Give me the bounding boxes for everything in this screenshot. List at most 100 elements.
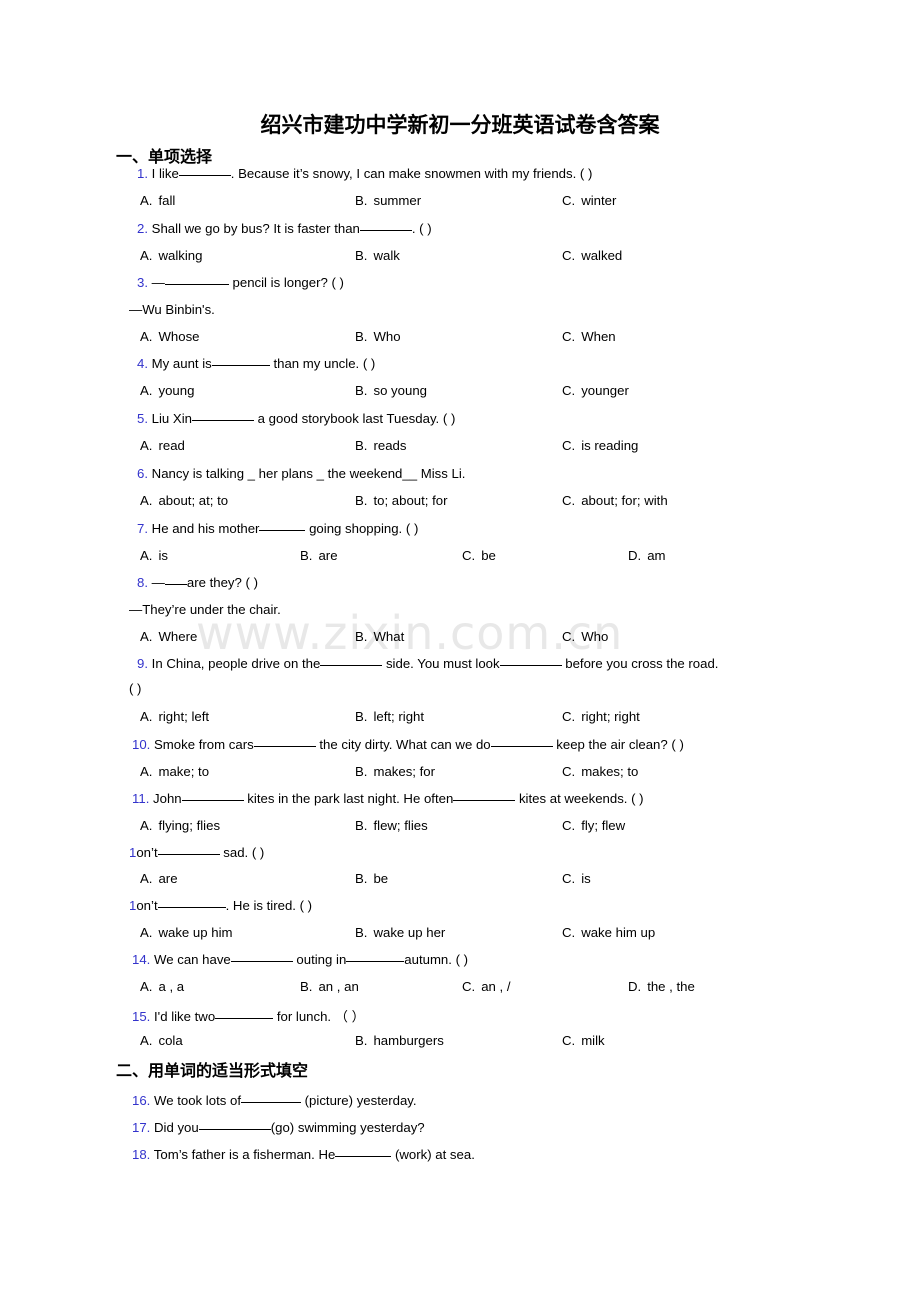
question-number: 14. xyxy=(132,952,151,967)
question-text-before: on’t xyxy=(136,845,158,860)
option-b: B. so young xyxy=(355,383,427,398)
question-text-mid: kites in the park last night. He often xyxy=(243,791,454,806)
option-a: A. flying; flies xyxy=(140,818,221,833)
option-c: C. younger xyxy=(562,383,629,398)
options-row-4: A. young B. so young C. younger xyxy=(0,383,920,401)
question-text-before: We took lots of xyxy=(154,1093,241,1108)
option-c: C. makes; to xyxy=(562,764,639,779)
question-number: 2. xyxy=(137,221,148,236)
question-1: 1. I like . Because it’s snowy, I can mak… xyxy=(137,166,592,181)
option-a: A. Where xyxy=(140,629,198,644)
question-16: 16. We took lots of (picture) yesterday. xyxy=(132,1093,417,1108)
option-a: A. make; to xyxy=(140,764,210,779)
option-c: C. walked xyxy=(562,248,623,263)
question-number: 7. xyxy=(137,521,148,536)
option-a: A. about; at; to xyxy=(140,493,229,508)
option-c: C. is xyxy=(562,871,591,886)
option-b: B. wake up her xyxy=(355,925,446,940)
question-number: 3. xyxy=(137,275,148,290)
option-a: A. walking xyxy=(140,248,203,263)
option-b: B. What xyxy=(355,629,405,644)
question-text-after: a good storybook last Tuesday. ( ) xyxy=(254,411,456,426)
option-c: C. is reading xyxy=(562,438,639,453)
option-a: A. right; left xyxy=(140,709,210,724)
options-row-3: A. Whose B. Who C. When xyxy=(0,329,920,347)
question-number: 1. xyxy=(137,166,148,181)
option-c: C. winter xyxy=(562,193,617,208)
question-text-after: keep the air clean? ( ) xyxy=(552,737,684,752)
question-11: 11. John kites in the park last night. H… xyxy=(132,791,644,806)
question-8: 8. — are they? ( ) xyxy=(137,575,258,590)
question-number: 10. xyxy=(132,737,151,752)
question-text-after: (work) at sea. xyxy=(391,1147,475,1162)
option-c: C. be xyxy=(462,548,496,563)
options-row-7: A. is B. are C. be D. am xyxy=(0,548,920,566)
question-15: 15. I'd like two for lunch. （ ） xyxy=(132,1006,365,1025)
section-heading-2: 二、用单词的适当形式填空 xyxy=(116,1061,309,1080)
question-text-before: Tom’s father is a fisherman. He xyxy=(153,1147,336,1162)
option-a: A. young xyxy=(140,383,195,398)
question-text: Nancy is talking _ her plans _ the weeke… xyxy=(151,466,466,481)
question-text-before: on’t xyxy=(136,898,158,913)
question-number: 18. xyxy=(132,1147,151,1162)
question-6: 6. Nancy is talking _ her plans _ the we… xyxy=(137,466,465,481)
option-c: C. Who xyxy=(562,629,609,644)
question-8-continuation: —They’re under the chair. xyxy=(129,602,281,617)
question-number: 8. xyxy=(137,575,148,590)
option-b: B. walk xyxy=(355,248,400,263)
option-b: B. summer xyxy=(355,193,422,208)
option-b: B. hamburgers xyxy=(355,1033,444,1048)
question-number: 5. xyxy=(137,411,148,426)
question-text-before: I like xyxy=(151,166,179,181)
options-row-2: A. walking B. walk C. walked xyxy=(0,248,920,266)
option-a: A. Whose xyxy=(140,329,200,344)
question-18: 18. Tom’s father is a fisherman. He (wor… xyxy=(132,1147,475,1162)
question-text-before: — xyxy=(151,575,165,590)
option-c: C. milk xyxy=(562,1033,605,1048)
question-3-continuation: —Wu Binbin's. xyxy=(129,302,215,317)
options-row-12: A. are B. be C. is xyxy=(0,871,920,889)
option-b: B. an , an xyxy=(300,979,359,994)
question-number: 16. xyxy=(132,1093,151,1108)
option-b: B. be xyxy=(355,871,389,886)
option-a: A. a , a xyxy=(140,979,185,994)
question-text-mid: outing in xyxy=(292,952,347,967)
question-text-before: Smoke from cars xyxy=(154,737,254,752)
options-row-10: A. make; to B. makes; for C. makes; to xyxy=(0,764,920,782)
question-text-after: going shopping. ( ) xyxy=(305,521,419,536)
document-page: www.zixin.com.cn 绍兴市建功中学新初一分班英语试卷含答案 一、单… xyxy=(0,0,920,1302)
question-text-after: before you cross the road. xyxy=(561,656,719,671)
option-b: B. flew; flies xyxy=(355,818,428,833)
question-17: 17. Did you (go) swimming yesterday? xyxy=(132,1120,425,1135)
question-text-after: kites at weekends. ( ) xyxy=(515,791,644,806)
options-row-13: A. wake up him B. wake up her C. wake him u… xyxy=(0,925,920,943)
question-4: 4. My aunt is than my uncle. ( ) xyxy=(137,356,375,371)
question-text-before: In China, people drive on the xyxy=(151,656,321,671)
option-c: C. wake him up xyxy=(562,925,656,940)
option-a: A. are xyxy=(140,871,178,886)
question-number: 6. xyxy=(137,466,148,481)
question-text-after: . He is tired. ( ) xyxy=(225,898,313,913)
options-row-5: A. read B. reads C. is reading xyxy=(0,438,920,456)
question-13: 1on’t. He is tired. ( ) xyxy=(129,898,312,913)
question-number: 9. xyxy=(137,656,148,671)
question-12: 1on’t sad. ( ) xyxy=(129,845,264,860)
question-number: 17. xyxy=(132,1120,151,1135)
option-a: A. read xyxy=(140,438,185,453)
question-text-before: Liu Xin xyxy=(151,411,192,426)
question-number: 11. xyxy=(132,791,150,806)
question-text-before: He and his mother xyxy=(151,521,260,536)
question-2: 2. Shall we go by bus? It is faster than… xyxy=(137,221,432,236)
question-text-after: for lunch. （ ） xyxy=(273,1009,365,1024)
question-text-before: We can have xyxy=(154,952,231,967)
page-title: 绍兴市建功中学新初一分班英语试卷含答案 xyxy=(260,112,660,137)
option-a: A. fall xyxy=(140,193,176,208)
option-a: A. cola xyxy=(140,1033,183,1048)
question-text-before: John xyxy=(153,791,182,806)
section-heading-1: 一、单项选择 xyxy=(116,147,213,166)
options-row-15: A. cola B. hamburgers C. milk xyxy=(0,1033,920,1051)
question-text-mid: the city dirty. What can we do xyxy=(315,737,491,752)
option-b: B. to; about; for xyxy=(355,493,448,508)
option-b: B. makes; for xyxy=(355,764,436,779)
question-text-before: — xyxy=(151,275,165,290)
